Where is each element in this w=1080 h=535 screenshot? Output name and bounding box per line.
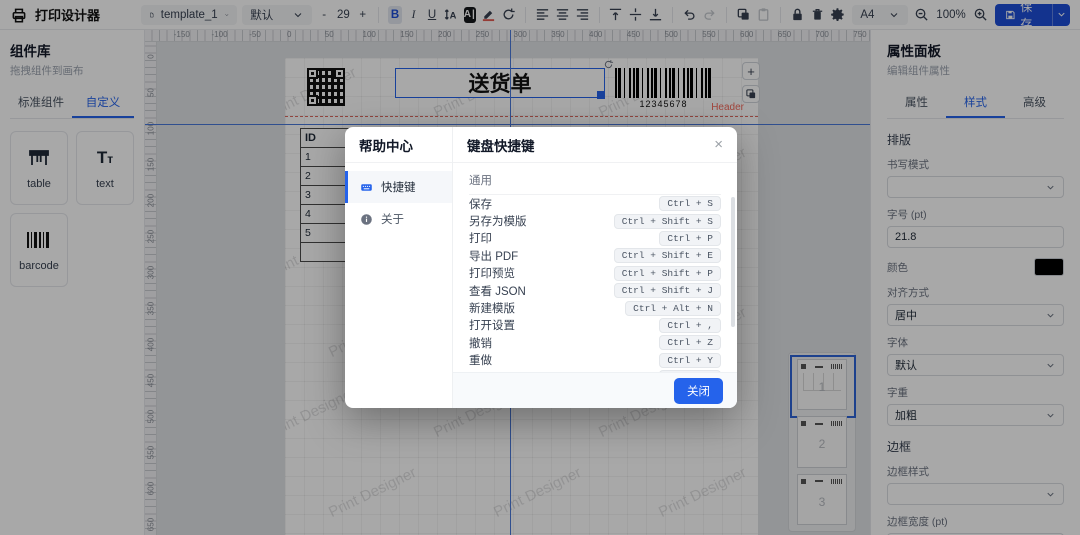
shortcut-list: 通用 保存 Ctrl + S 另存为模版 Ctrl + Shift + S 打印 Ctrl… <box>453 163 737 372</box>
shortcut-row: 导出 PDF Ctrl + Shift + E <box>469 247 721 264</box>
modal-nav-关于[interactable]: 关于 <box>345 203 452 235</box>
keyboard-icon <box>360 181 373 194</box>
shortcut-row: 重做 Ctrl + Y <box>469 352 721 369</box>
close-icon[interactable]: × <box>714 137 723 152</box>
shortcut-keys-badge: Ctrl + , <box>659 317 721 333</box>
shortcut-keys-badge: Ctrl + Z <box>659 335 721 351</box>
modal-nav-label: 快捷键 <box>381 182 416 194</box>
shortcut-row: 新建模版 Ctrl + Alt + N <box>469 299 721 316</box>
shortcut-row: 打开帮助 Ctrl + H <box>469 369 721 372</box>
shortcut-row: 保存 Ctrl + S <box>469 195 721 212</box>
help-center-modal: 帮助中心 快捷键关于 键盘快捷键 × 通用 保存 Ctrl + S 另存为模版 Ctr… <box>345 127 737 408</box>
shortcut-keys-badge: Ctrl + Y <box>659 352 721 368</box>
shortcut-keys-badge: Ctrl + Shift + P <box>613 265 721 281</box>
shortcut-keys-badge: Ctrl + P <box>659 230 721 246</box>
shortcut-label: 打开设置 <box>469 320 515 333</box>
shortcut-row: 打印 Ctrl + P <box>469 230 721 247</box>
shortcut-label: 打印预览 <box>469 268 515 281</box>
shortcut-label: 撤销 <box>469 337 492 350</box>
shortcut-label: 保存 <box>469 198 492 211</box>
shortcut-keys-badge: Ctrl + H <box>659 370 721 372</box>
shortcut-label: 查看 JSON <box>469 285 526 298</box>
shortcut-row: 撤销 Ctrl + Z <box>469 334 721 351</box>
modal-nav-label: 关于 <box>381 214 404 226</box>
shortcut-label: 重做 <box>469 355 492 368</box>
modal-sidebar: 帮助中心 快捷键关于 <box>345 127 453 408</box>
info-icon <box>360 213 373 226</box>
shortcut-row: 查看 JSON Ctrl + Shift + J <box>469 282 721 299</box>
shortcut-label: 导出 PDF <box>469 250 519 263</box>
shortcut-keys-badge: Ctrl + Shift + S <box>613 213 721 229</box>
shortcut-row: 打印预览 Ctrl + Shift + P <box>469 265 721 282</box>
scrollbar-thumb[interactable] <box>731 197 735 327</box>
shortcut-row: 另存为模版 Ctrl + Shift + S <box>469 212 721 229</box>
shortcut-keys-badge: Ctrl + S <box>659 196 721 212</box>
modal-footer: 关闭 <box>453 372 737 408</box>
shortcut-label: 打开帮助 <box>469 370 515 372</box>
modal-title: 键盘快捷键 <box>467 138 535 154</box>
shortcut-label: 新建模版 <box>469 303 515 316</box>
shortcut-label: 打印 <box>469 233 492 246</box>
shortcut-label: 另存为模版 <box>469 216 527 229</box>
modal-nav: 快捷键 关于 <box>345 163 452 235</box>
modal-sidebar-title: 帮助中心 <box>345 127 452 163</box>
modal-content: 键盘快捷键 × 通用 保存 Ctrl + S 另存为模版 Ctrl + Shift +… <box>453 127 737 408</box>
shortcut-section-label: 通用 <box>469 167 721 195</box>
print-designer-app: 打印设计器 template_1 默认 - 29 + B I U A A| A4… <box>0 0 1080 535</box>
shortcut-keys-badge: Ctrl + Shift + E <box>613 248 721 264</box>
modal-nav-快捷键[interactable]: 快捷键 <box>345 171 452 203</box>
shortcut-row: 打开设置 Ctrl + , <box>469 317 721 334</box>
shortcut-keys-badge: Ctrl + Alt + N <box>625 300 721 316</box>
shortcut-keys-badge: Ctrl + Shift + J <box>613 283 721 299</box>
close-button[interactable]: 关闭 <box>674 377 723 404</box>
